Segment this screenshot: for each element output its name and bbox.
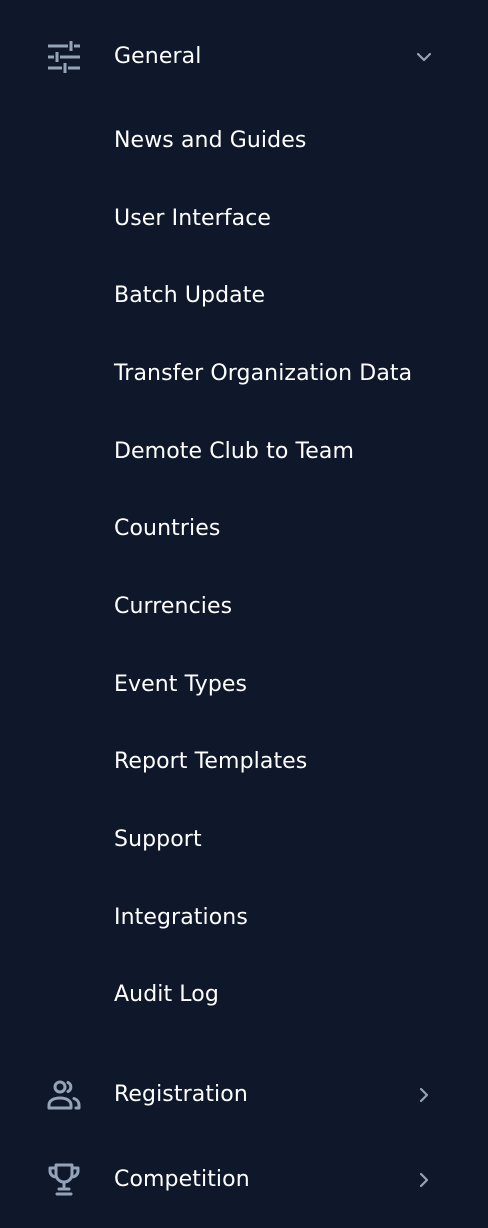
nav-item-audit-log[interactable]: Audit Log — [114, 982, 219, 1008]
trophy-icon — [46, 1162, 82, 1198]
chevron-down-icon[interactable] — [412, 45, 436, 69]
nav-item-transfer-organization-data[interactable]: Transfer Organization Data — [114, 361, 412, 387]
nav-item-user-interface[interactable]: User Interface — [114, 206, 271, 232]
nav-item-integrations[interactable]: Integrations — [114, 905, 248, 931]
nav-item-report-templates[interactable]: Report Templates — [114, 749, 307, 775]
nav-item-event-types[interactable]: Event Types — [114, 672, 247, 698]
users-icon — [46, 1077, 82, 1113]
nav-item-batch-update[interactable]: Batch Update — [114, 283, 265, 309]
chevron-right-icon[interactable] — [412, 1168, 436, 1192]
nav-section-registration[interactable]: Registration — [0, 1060, 488, 1130]
nav-item-currencies[interactable]: Currencies — [114, 594, 232, 620]
nav-item-news-and-guides[interactable]: News and Guides — [114, 128, 306, 154]
nav-section-competition-label: Competition — [114, 1167, 250, 1192]
chevron-right-icon[interactable] — [412, 1083, 436, 1107]
nav-section-general-label: General — [114, 44, 202, 69]
nav-item-demote-club-to-team[interactable]: Demote Club to Team — [114, 439, 354, 465]
sliders-icon — [46, 39, 82, 75]
nav-item-countries[interactable]: Countries — [114, 516, 220, 542]
nav-section-general[interactable]: General — [0, 22, 488, 92]
nav-section-registration-label: Registration — [114, 1082, 248, 1107]
nav-section-competition[interactable]: Competition — [0, 1145, 488, 1215]
nav-item-support[interactable]: Support — [114, 827, 202, 853]
